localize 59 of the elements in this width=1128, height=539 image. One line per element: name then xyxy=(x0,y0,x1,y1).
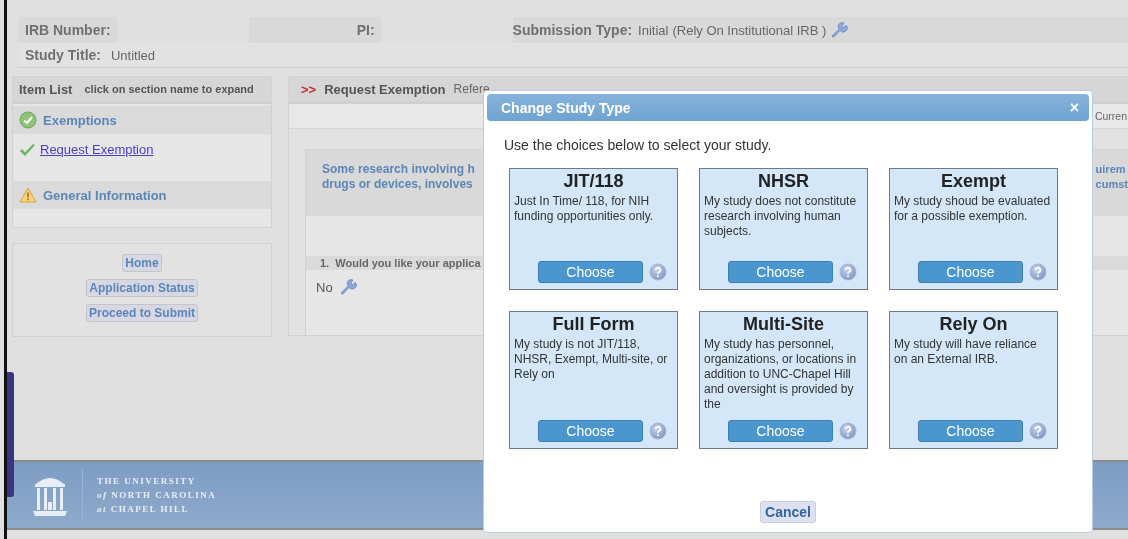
help-icon[interactable] xyxy=(649,263,667,281)
close-button[interactable]: × xyxy=(1069,98,1079,117)
card-description: My study shoud be evaluated for a possible exemption. xyxy=(893,193,1052,224)
help-icon[interactable] xyxy=(1029,263,1047,281)
intro-text: uirem xyxy=(1095,162,1127,177)
choose-button[interactable]: Choose xyxy=(918,261,1023,283)
card-description: Just In Time/ 118, for NIH funding opportunities only. xyxy=(513,193,655,224)
cancel-button[interactable]: Cancel xyxy=(760,501,816,523)
card-description: My study is not JIT/118, NHSR, Exempt, Multi-site, or Rely on xyxy=(513,336,669,382)
help-icon[interactable] xyxy=(839,263,857,281)
card-title: Exempt xyxy=(940,170,1007,192)
field-value: (Rely On Institutional IRB ) xyxy=(672,22,827,38)
help-icon[interactable] xyxy=(649,422,667,440)
card-title: Multi-Site xyxy=(742,313,825,335)
choose-button[interactable]: Choose xyxy=(728,261,833,283)
university-name: of NORTH CAROLINA xyxy=(97,489,217,502)
section-marker: >> xyxy=(301,81,317,97)
card-description: My study has personnel, organizations, or locations in addition to UNC-Chapel Hill and oversight is provided by the xyxy=(703,336,858,412)
check-circle-icon xyxy=(19,111,37,129)
nav-button[interactable]: Home xyxy=(122,254,162,272)
panel-title: Item List xyxy=(19,81,73,97)
check-icon xyxy=(19,142,36,157)
choose-button[interactable]: Choose xyxy=(538,261,643,283)
choose-button[interactable]: Choose xyxy=(918,420,1023,442)
field-value: Untitled xyxy=(110,47,156,63)
choose-button[interactable]: Choose xyxy=(728,420,833,442)
wrench-icon[interactable] xyxy=(830,21,849,39)
section-link[interactable]: Request Exemption xyxy=(40,142,154,157)
university-name: at CHAPEL HILL xyxy=(97,503,191,516)
card-title: JIT/118 xyxy=(562,170,625,192)
card-title: Rely On xyxy=(938,313,1009,335)
hint-text: click on section name to expand xyxy=(84,83,254,95)
field-value: Initial xyxy=(638,22,669,38)
field-label: IRB Number: xyxy=(24,22,112,38)
tab-label[interactable]: Curren xyxy=(1094,110,1127,122)
intro-text: cumst xyxy=(1095,177,1128,192)
nav-button[interactable]: Proceed to Submit xyxy=(86,304,198,322)
card-title: Full Form xyxy=(551,313,636,335)
wrench-icon[interactable] xyxy=(338,278,357,296)
dialog-title: Change Study Type xyxy=(501,99,631,116)
instruction-text: Use the choices below to select your study. xyxy=(504,137,773,153)
card-description: My study does not constitute research involving human subjects. xyxy=(703,193,858,239)
university-name: THE UNIVERSITY xyxy=(97,475,197,488)
field-label: Study Title: xyxy=(24,47,102,63)
answer-text: No xyxy=(316,279,333,295)
intro-text: Some research involving h xyxy=(322,162,475,177)
intro-text: drugs or devices, involves xyxy=(322,177,474,192)
section-title: Request Exemption xyxy=(324,81,446,97)
help-icon[interactable] xyxy=(1029,422,1047,440)
card-title: NHSR xyxy=(757,170,810,192)
nav-button[interactable]: Application Status xyxy=(86,279,198,297)
field-label: Submission Type: xyxy=(512,22,634,38)
help-icon[interactable] xyxy=(839,422,857,440)
card-description: My study will have reliance on an External IRB. xyxy=(893,336,1038,367)
section-heading[interactable]: Exemptions xyxy=(43,112,117,128)
choose-button[interactable]: Choose xyxy=(538,420,643,442)
field-label: PI: xyxy=(355,22,376,38)
reference-text: Refere xyxy=(453,82,490,96)
warning-icon xyxy=(19,187,37,203)
